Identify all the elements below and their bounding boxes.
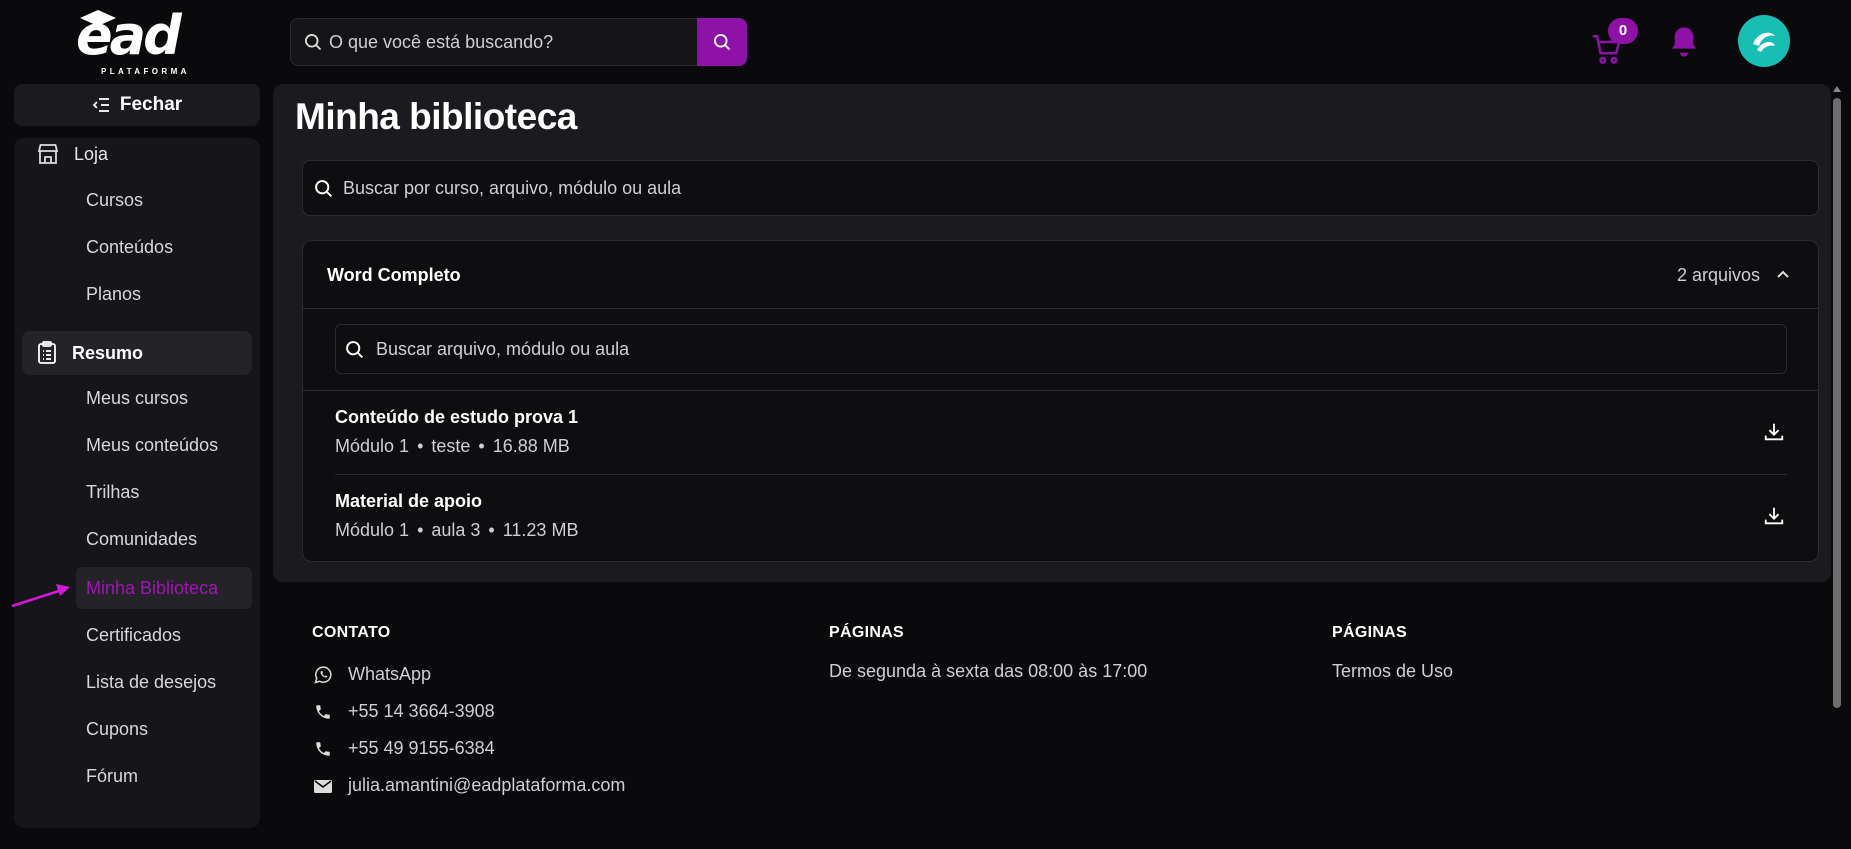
footer-email-label: julia.amantini@eadplataforma.com — [348, 775, 626, 795]
global-search-input[interactable] — [329, 19, 679, 65]
global-search — [290, 18, 747, 66]
file-module: Módulo 1 — [335, 436, 410, 456]
file-lesson: aula 3 — [431, 520, 481, 540]
footer-whatsapp-label: WhatsApp — [348, 664, 432, 684]
footer-phone-1-label: +55 14 3664-3908 — [348, 701, 495, 721]
download-button[interactable] — [1763, 421, 1785, 448]
collapse-menu-icon — [92, 98, 109, 112]
cart-button[interactable]: 0 — [1590, 18, 1638, 64]
footer-phone-2-label: +55 49 9155-6384 — [348, 738, 495, 758]
file-meta: Módulo 1 • teste • 16.88 MB — [335, 436, 570, 456]
course-title: Word Completo — [327, 265, 461, 285]
sidebar-section-resumo[interactable]: Resumo — [22, 331, 252, 375]
sidebar-section-loja[interactable]: Loja — [22, 132, 252, 176]
course-file-count: 2 arquivos — [1676, 265, 1760, 285]
footer-terms-link[interactable]: Termos de Uso — [1332, 656, 1453, 693]
scroll-up-arrow-icon[interactable] — [1833, 86, 1841, 92]
file-row: Material de apoio Módulo 1 • aula 3 • 11.23 … — [335, 475, 1787, 559]
scrollbar-thumb[interactable] — [1833, 98, 1841, 708]
sidebar-item-forum[interactable]: Fórum — [76, 756, 252, 796]
mail-icon — [314, 779, 332, 793]
bell-icon — [1672, 27, 1696, 57]
course-card-header[interactable]: Word Completo 2 arquivos — [303, 241, 1818, 309]
clipboard-icon — [38, 341, 56, 364]
sidebar-item-lista-de-desejos[interactable]: Lista de desejos — [76, 662, 252, 702]
page-title: Minha biblioteca — [295, 96, 577, 137]
sidebar-item-trilhas[interactable]: Trilhas — [76, 472, 252, 512]
search-icon — [346, 341, 364, 359]
close-sidebar-label: Fechar — [119, 94, 183, 115]
sidebar-item-meus-cursos[interactable]: Meus cursos — [76, 378, 252, 418]
download-button[interactable] — [1763, 505, 1785, 532]
footer-paginas-heading: PÁGINAS — [829, 624, 904, 641]
file-meta: Módulo 1 • aula 3 • 11.23 MB — [335, 520, 579, 540]
download-icon — [1764, 507, 1784, 525]
course-search-input[interactable] — [376, 325, 1776, 373]
sidebar-item-certificados[interactable]: Certificados — [76, 615, 252, 655]
pointer-arrow-annotation — [11, 584, 70, 608]
store-icon — [37, 144, 59, 164]
sidebar-item-cupons[interactable]: Cupons — [76, 709, 252, 749]
footer-whatsapp-link[interactable]: WhatsApp — [312, 656, 625, 693]
page-scrollbar[interactable] — [1830, 84, 1844, 718]
file-module: Módulo 1 — [335, 520, 410, 540]
ead-logo[interactable]: ead PLATAFORMA — [76, 6, 208, 80]
library-search — [302, 160, 1819, 216]
search-icon — [305, 34, 322, 51]
chevron-up-icon — [1777, 270, 1789, 278]
main-content: Minha biblioteca Word Completo 2 arquivo… — [273, 84, 1831, 582]
close-sidebar-button[interactable]: Fechar — [14, 84, 260, 126]
sidebar: Loja Cursos Conteúdos Planos Resumo Meus… — [14, 138, 260, 828]
footer-email[interactable]: julia.amantini@eadplataforma.com — [312, 767, 625, 804]
sidebar-item-meus-conteudos[interactable]: Meus conteúdos — [76, 425, 252, 465]
footer-hours-text: De segunda à sexta das 08:00 às 17:00 — [829, 661, 1148, 681]
file-row: Conteúdo de estudo prova 1 Módulo 1 • test… — [335, 391, 1787, 475]
file-name: Material de apoio — [335, 491, 483, 511]
course-card: Word Completo 2 arquivos Conteúdo de est… — [302, 240, 1819, 562]
footer-paginas-hours: PÁGINAS De segunda à sexta das 08:00 às … — [829, 624, 1147, 693]
search-icon — [714, 34, 731, 51]
footer-contact: CONTATO WhatsApp +55 14 3664-3908 +55 49… — [312, 624, 625, 804]
sidebar-section-loja-label: Loja — [74, 143, 109, 164]
user-avatar[interactable] — [1738, 15, 1790, 67]
sidebar-item-conteudos[interactable]: Conteúdos — [76, 227, 252, 267]
phone-icon — [316, 704, 330, 719]
notifications-button[interactable] — [1668, 24, 1700, 65]
footer-paginas-heading: PÁGINAS — [1332, 624, 1407, 641]
footer-phone-1[interactable]: +55 14 3664-3908 — [312, 693, 625, 730]
cart-count-badge: 0 — [1608, 18, 1638, 44]
search-icon — [315, 180, 333, 198]
logo-subtitle: PLATAFORMA — [101, 67, 190, 76]
avatar-logo-icon — [1753, 32, 1775, 52]
library-search-input[interactable] — [343, 161, 1803, 215]
file-size: 11.23 MB — [502, 520, 579, 540]
footer-phone-2[interactable]: +55 49 9155-6384 — [312, 730, 625, 767]
global-search-button[interactable] — [697, 18, 747, 66]
file-name: Conteúdo de estudo prova 1 — [335, 407, 579, 427]
course-search — [335, 324, 1787, 374]
file-size: 16.88 MB — [492, 436, 570, 456]
sidebar-item-cursos[interactable]: Cursos — [76, 180, 252, 220]
phone-icon — [316, 741, 330, 756]
course-search-area — [303, 309, 1818, 391]
sidebar-item-comunidades[interactable]: Comunidades — [76, 519, 252, 559]
sidebar-item-minha-biblioteca[interactable]: Minha Biblioteca — [76, 567, 252, 609]
download-icon — [1764, 423, 1784, 441]
footer-paginas-links: PÁGINAS Termos de Uso — [1332, 624, 1453, 693]
top-bar: ead PLATAFORMA 0 — [0, 0, 1851, 84]
graduation-cap-icon — [80, 10, 116, 26]
file-lesson: teste — [431, 436, 471, 456]
whatsapp-icon — [314, 665, 332, 684]
sidebar-section-resumo-label: Resumo — [72, 342, 144, 363]
sidebar-item-planos[interactable]: Planos — [76, 274, 252, 314]
footer-contact-heading: CONTATO — [312, 624, 391, 641]
